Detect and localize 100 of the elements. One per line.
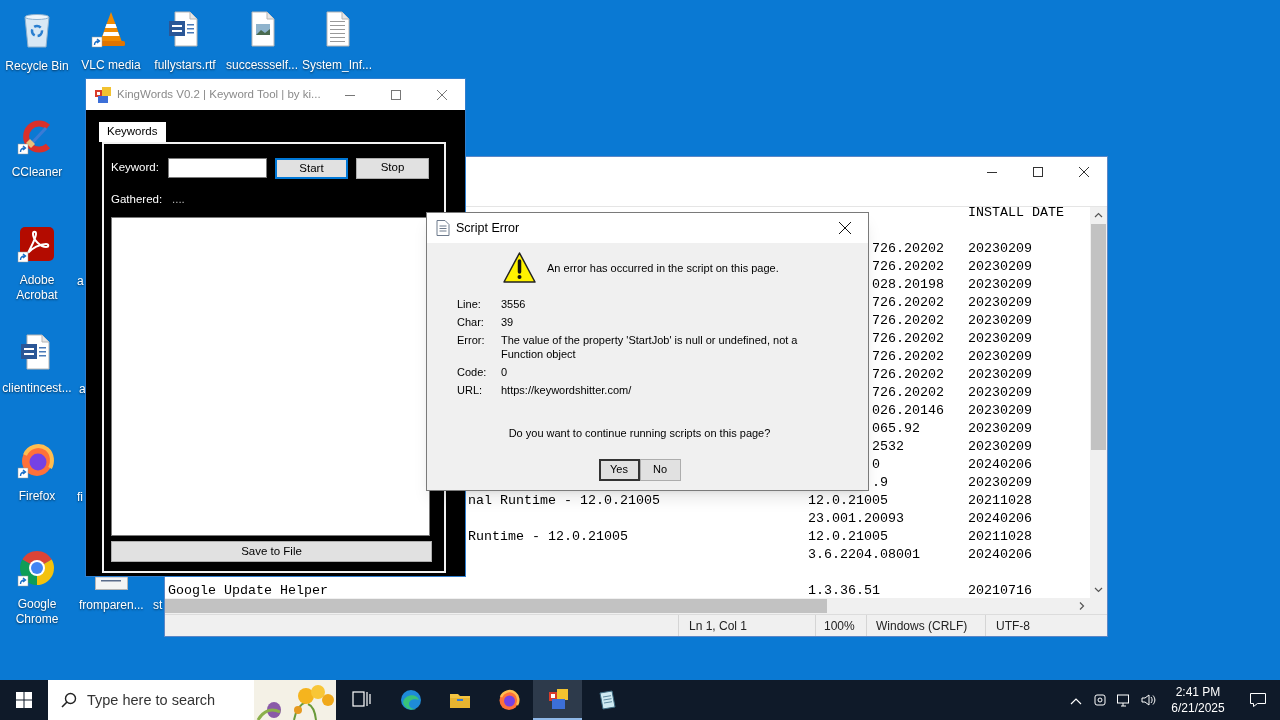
browser-icon[interactable] [17,548,57,588]
text-line: 726.20202 [872,385,944,400]
status-text: Ln 1, Col 1 [689,617,748,635]
status-text: Windows (CRLF) [876,617,968,635]
icon-label[interactable]: successself... [224,58,300,73]
text-line: 20230209 [968,349,1032,364]
field-value: .... [172,191,185,207]
button[interactable]: Stop [356,157,429,179]
text-line: 026.20146 [872,403,944,418]
input-field[interactable] [168,158,267,178]
text-line: 20230209 [968,241,1032,256]
text-line: 065.92 [872,421,920,436]
text-line: Google Update Helper [168,583,328,598]
text-line: 2532 [872,439,904,454]
app-icon [95,86,111,103]
icon-label[interactable]: fi [77,490,83,505]
icon-label[interactable]: st [153,598,163,613]
status-text: UTF-8 [996,617,1030,635]
text-line: 20230209 [968,475,1032,490]
text-line: 20230209 [968,313,1032,328]
text-line: 20230209 [968,367,1032,382]
save-button[interactable]: Save to File [111,541,432,562]
text-line: 20230209 [968,439,1032,454]
pdf-app-icon[interactable] [17,224,57,264]
status-text: 100% [824,617,855,635]
text-line: 3.6.2204.08001 [808,547,920,562]
text-line: 12.0.21005 [808,493,888,508]
search-field[interactable]: Type here to search [87,680,254,720]
icon-label[interactable]: Adobe Acrobat [0,273,75,303]
edge-browser-icon[interactable] [398,688,423,712]
dialog-title: Script Error [456,219,520,237]
text-line: .9 [872,475,888,490]
button[interactable]: Yes [598,458,640,481]
clock[interactable]: 2:41 PM 6/21/2025 [1170,684,1226,716]
detail-label: Line: [457,297,482,311]
network-icon[interactable] [1116,692,1132,708]
notification-icon[interactable] [1249,691,1267,709]
text-line: 20230209 [968,295,1032,310]
icon-label[interactable]: clientincest... [0,381,75,396]
text-line: 20210716 [968,583,1032,598]
text-line: 20230209 [968,403,1032,418]
text-line: 12.0.21005 [808,529,888,544]
scrollbar-thumb[interactable] [1091,224,1106,450]
detail-value: 0 [501,365,509,379]
detail-label: Code: [457,365,488,379]
volume-icon[interactable] [1140,692,1156,708]
clock-date: 6/21/2025 [1171,700,1225,716]
button[interactable]: Start [275,157,348,179]
text-line: 20240206 [968,457,1032,472]
text-line: 20211028 [968,529,1032,544]
text-line: 20230209 [968,331,1032,346]
text-line: 726.20202 [872,331,944,346]
dialog-message: An error has occurred in the script on this page. [547,260,779,276]
icon-label[interactable]: Recycle Bin [0,59,75,74]
detail-label: URL: [457,383,484,397]
icon-label[interactable]: System_Inf... [299,58,375,73]
window-title: KingWords V0.2 | Keyword Tool | by ki... [117,86,322,102]
field-label: Keyword: [111,160,160,176]
text-line: nal Runtime - 12.0.21005 [468,493,660,508]
detail-value: 3556 [501,297,527,311]
text-line: 726.20202 [872,241,944,256]
close-icon[interactable] [1079,167,1089,177]
icon-label[interactable]: Google Chrome [0,597,75,627]
text-line: 20230209 [968,385,1032,400]
icon-label[interactable]: fromparen... [79,598,144,613]
icon-label[interactable]: CCleaner [0,165,75,180]
horizontal-scrollbar[interactable] [165,598,1107,614]
icon-label[interactable]: a [77,274,84,289]
button[interactable]: No [639,458,681,481]
vertical-scrollbar[interactable] [1090,207,1107,598]
text-line: 23.001.20093 [808,511,904,526]
text-line: Runtime - 12.0.21005 [468,529,628,544]
text-line: 20230209 [968,277,1032,292]
tab[interactable]: Keywords [99,122,166,142]
text-line: 028.20198 [872,277,944,292]
detail-label: Error: [457,333,486,348]
text-line: 726.20202 [872,295,944,310]
maximize-icon[interactable] [1033,167,1043,177]
icon-label[interactable]: VLC media [73,58,149,73]
warning-icon [502,251,537,285]
text-line: INSTALL DATE [968,207,1064,220]
text-line: 20240206 [968,547,1032,562]
close-icon[interactable] [839,222,851,234]
device-icon[interactable] [1092,692,1108,708]
icon-label[interactable]: fullystars.rtf [147,58,223,73]
icon-label[interactable]: Firefox [0,489,75,504]
text-line: 726.20202 [872,313,944,328]
text-line: 726.20202 [872,367,944,382]
icon-label[interactable]: a [79,382,86,397]
document-icon [436,220,450,236]
detail-label: Char: [457,315,485,329]
text-line: 20211028 [968,493,1032,508]
field-label: Gathered: [111,191,164,207]
text-line: 1.3.36.51 [808,583,880,598]
dialog-question: Do you want to continue running scripts on this page? [508,426,771,441]
document-icon[interactable] [95,577,128,590]
windows-start-icon[interactable] [16,692,32,708]
detail-value: https://keywordshitter.com/ [501,383,633,397]
detail-value: 39 [501,315,515,329]
scrollbar-thumb[interactable] [165,599,827,613]
